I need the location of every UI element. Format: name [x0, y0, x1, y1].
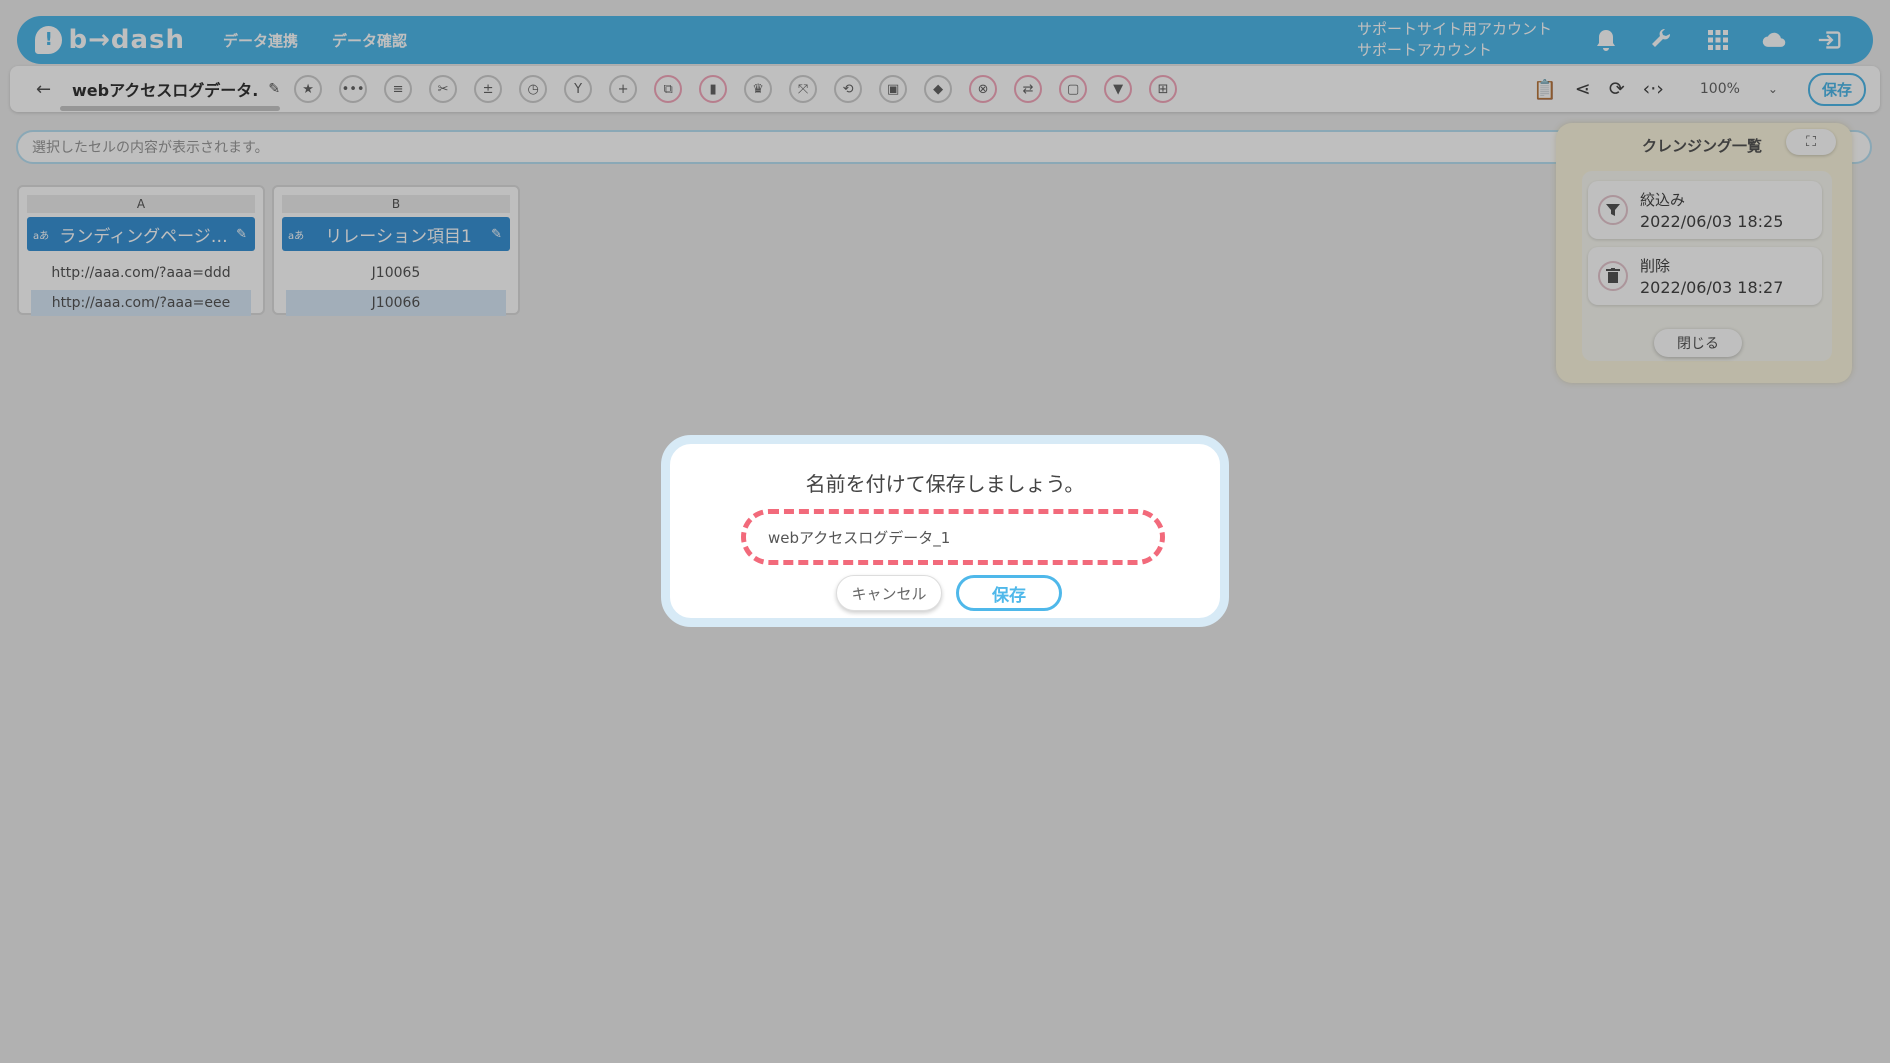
- save-dialog: 名前を付けて保存しましょう。 キャンセル 保存: [661, 435, 1229, 627]
- dialog-save-button[interactable]: 保存: [956, 575, 1062, 611]
- dialog-title: 名前を付けて保存しましょう。: [805, 472, 1085, 496]
- cancel-button[interactable]: キャンセル: [836, 575, 942, 611]
- save-name-input[interactable]: [741, 509, 1165, 565]
